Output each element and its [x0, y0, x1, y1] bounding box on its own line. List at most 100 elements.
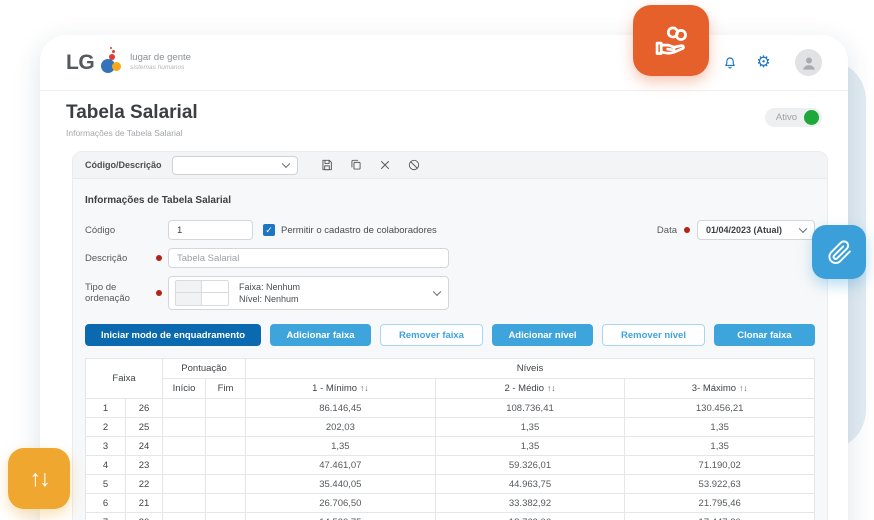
nivel-medio-cell[interactable]: 1,35	[435, 437, 625, 456]
paperclip-icon	[826, 239, 853, 266]
section-title: Informações de Tabela Salarial	[85, 195, 815, 206]
required-dot	[156, 290, 162, 296]
sort-arrows-fab-button[interactable]: ↑↓	[8, 448, 70, 509]
toggle-on-dot	[804, 110, 819, 125]
logo-lg-text: LG	[66, 51, 94, 75]
faixa-value-cell: 20	[126, 513, 163, 520]
data-field-group: Data 01/04/2023 (Atual)	[657, 220, 815, 240]
faixa-value-cell: 22	[126, 475, 163, 494]
settings-gear-icon[interactable]: ⚙	[755, 54, 772, 71]
record-toolbar: Código/Descrição	[73, 152, 827, 179]
fim-cell[interactable]	[206, 437, 246, 456]
chevron-down-icon	[433, 288, 441, 296]
ordenacao-select[interactable]: Faixa: Nenhum Nível: Nenhum	[168, 276, 449, 310]
nivel-medio-cell[interactable]: 59.326,01	[435, 456, 625, 475]
active-status-toggle[interactable]: Ativo	[765, 108, 822, 127]
nivel-maximo-cell[interactable]: 21.795,46	[625, 494, 815, 513]
inicio-cell[interactable]	[163, 513, 206, 520]
remover-nivel-button[interactable]: Remover nível	[602, 324, 705, 346]
logo-wordmark: lugar de gente sistemas humanos	[130, 53, 191, 73]
page-title: Tabela Salarial	[66, 102, 198, 124]
table-row[interactable]: 2 25 202,03 1,35 1,35	[86, 418, 815, 437]
nivel-minimo-cell[interactable]: 26.706,50	[246, 494, 436, 513]
fim-cell[interactable]	[206, 494, 246, 513]
permitir-checkbox[interactable]: ✓ Permitir o cadastro de colaboradores	[263, 224, 437, 236]
codigo-input[interactable]	[168, 220, 253, 240]
nivel-minimo-cell[interactable]: 86.146,45	[246, 399, 436, 418]
faixa-value-cell: 24	[126, 437, 163, 456]
salary-table-header: Faixa Pontuação Níveis Início Fim 1 - Mí…	[86, 359, 815, 399]
copy-icon[interactable]	[349, 158, 363, 172]
inicio-cell[interactable]	[163, 475, 206, 494]
fim-cell[interactable]	[206, 399, 246, 418]
checkbox-check-icon: ✓	[263, 224, 275, 236]
nivel-maximo-header[interactable]: 3- Máximo↑↓	[625, 379, 815, 399]
table-row[interactable]: 1 26 86.146,45 108.736,41 130.456,21	[86, 399, 815, 418]
descricao-input[interactable]	[168, 248, 449, 268]
faixa-number-cell: 5	[86, 475, 126, 494]
nivel-maximo-cell[interactable]: 1,35	[625, 437, 815, 456]
nivel-minimo-cell[interactable]: 14.530,75	[246, 513, 436, 520]
ordenacao-nivel-value: Nível: Nenhum	[239, 294, 300, 304]
nivel-medio-cell[interactable]: 108.736,41	[435, 399, 625, 418]
niveis-header: Níveis	[246, 359, 815, 379]
inicio-cell[interactable]	[163, 418, 206, 437]
nivel-maximo-cell[interactable]: 130.456,21	[625, 399, 815, 418]
nivel-minimo-cell[interactable]: 35.440,05	[246, 475, 436, 494]
nivel-minimo-cell[interactable]: 202,03	[246, 418, 436, 437]
iniciar-enquadramento-button[interactable]: Iniciar modo de enquadramento	[85, 324, 261, 346]
table-row[interactable]: 5 22 35.440,05 44.963,75 53.922,63	[86, 475, 815, 494]
inicio-cell[interactable]	[163, 437, 206, 456]
table-row[interactable]: 7 20 14.530,75 18.763,06 17.447,80	[86, 513, 815, 520]
table-row[interactable]: 4 23 47.461,07 59.326,01 71.190,02	[86, 456, 815, 475]
block-icon[interactable]	[407, 158, 421, 172]
nivel-medio-header[interactable]: 2 - Médio↑↓	[435, 379, 625, 399]
sort-icon: ↑↓	[739, 383, 748, 393]
inicio-cell[interactable]	[163, 399, 206, 418]
nivel-minimo-cell[interactable]: 47.461,07	[246, 456, 436, 475]
descricao-label: Descrição	[85, 253, 156, 264]
nivel-maximo-cell[interactable]: 71.190,02	[625, 456, 815, 475]
nivel-medio-cell[interactable]: 33.382,92	[435, 494, 625, 513]
codigo-label: Código	[85, 225, 156, 236]
save-icon[interactable]	[320, 158, 334, 172]
nivel-medio-cell[interactable]: 18.763,06	[435, 513, 625, 520]
remover-faixa-button[interactable]: Remover faixa	[380, 324, 483, 346]
nivel-maximo-cell[interactable]: 53.922,63	[625, 475, 815, 494]
nivel-medio-cell[interactable]: 1,35	[435, 418, 625, 437]
clonar-faixa-button[interactable]: Clonar faixa	[714, 324, 815, 346]
chevron-down-icon	[799, 225, 807, 233]
fim-cell[interactable]	[206, 475, 246, 494]
faixa-number-cell: 4	[86, 456, 126, 475]
adicionar-faixa-button[interactable]: Adicionar faixa	[270, 324, 371, 346]
notifications-bell-icon[interactable]	[721, 54, 738, 71]
table-row[interactable]: 3 24 1,35 1,35 1,35	[86, 437, 815, 456]
salary-table: Faixa Pontuação Níveis Início Fim 1 - Mí…	[85, 358, 815, 520]
user-avatar[interactable]	[795, 49, 822, 76]
data-select[interactable]: 01/04/2023 (Atual)	[697, 220, 815, 240]
table-row[interactable]: 6 21 26.706,50 33.382,92 21.795,46	[86, 494, 815, 513]
inicio-cell[interactable]	[163, 456, 206, 475]
adicionar-nivel-button[interactable]: Adicionar nível	[492, 324, 593, 346]
inicio-cell[interactable]	[163, 494, 206, 513]
attachment-fab-button[interactable]	[812, 225, 866, 279]
title-block: Tabela Salarial Informações de Tabela Sa…	[66, 102, 198, 138]
form-row-ordenacao: Tipo de ordenação Faixa: Nenhum Nível: N…	[85, 276, 815, 310]
action-buttons: Iniciar modo de enquadramento Adicionar …	[85, 324, 815, 346]
nivel-maximo-cell[interactable]: 1,35	[625, 418, 815, 437]
fim-cell[interactable]	[206, 513, 246, 520]
close-icon[interactable]	[378, 158, 392, 172]
nivel-minimo-header[interactable]: 1 - Mínimo↑↓	[246, 379, 436, 399]
page-subtitle: Informações de Tabela Salarial	[66, 128, 198, 138]
sort-icon: ↑↓	[547, 383, 556, 393]
sort-icon: ↑↓	[360, 383, 369, 393]
nivel-medio-cell[interactable]: 44.963,75	[435, 475, 625, 494]
faixa-number-cell: 1	[86, 399, 126, 418]
hand-coins-fab-button[interactable]	[633, 5, 709, 76]
nivel-maximo-cell[interactable]: 17.447,80	[625, 513, 815, 520]
fim-cell[interactable]	[206, 456, 246, 475]
record-search-select[interactable]	[172, 156, 298, 175]
chevron-down-icon	[281, 160, 289, 168]
nivel-minimo-cell[interactable]: 1,35	[246, 437, 436, 456]
fim-cell[interactable]	[206, 418, 246, 437]
